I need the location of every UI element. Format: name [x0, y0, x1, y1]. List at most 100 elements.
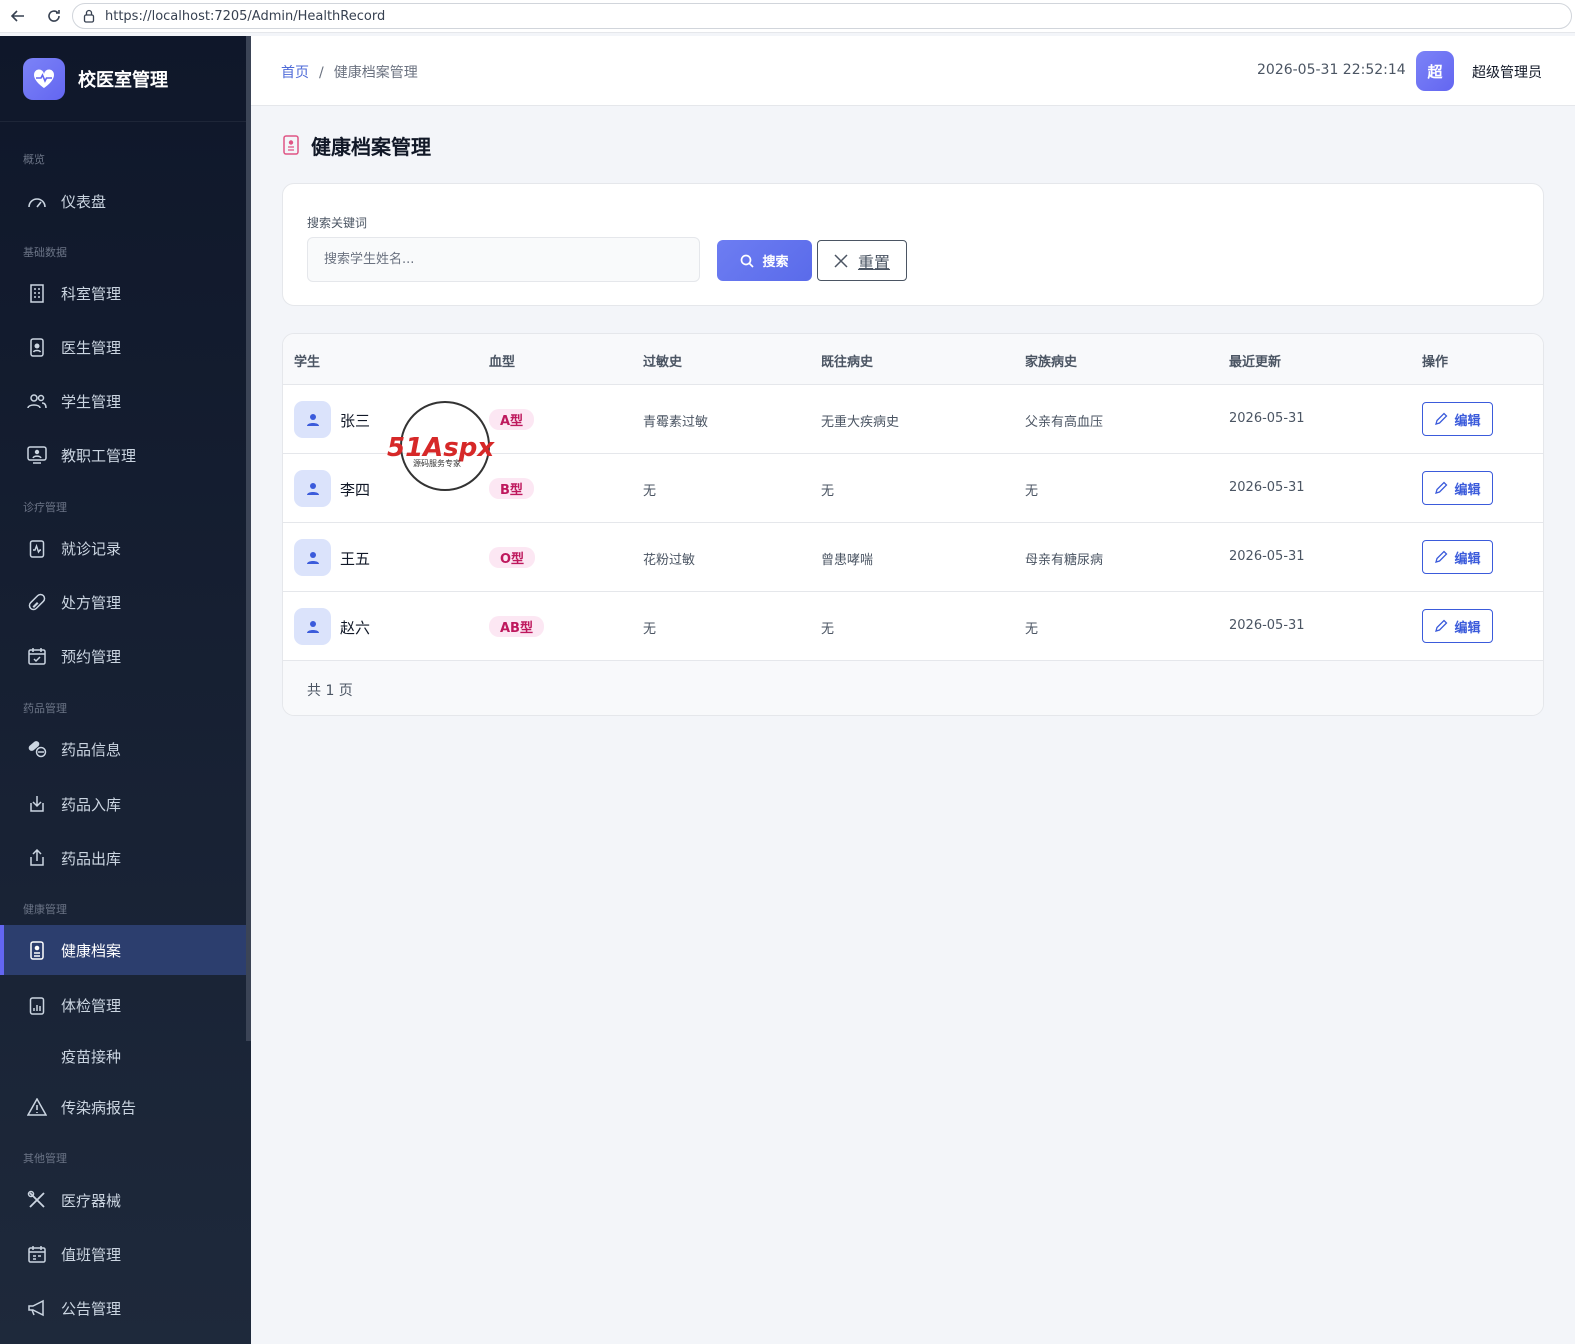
- updated-cell: 2026-05-31: [1229, 549, 1305, 564]
- sidebar-item-vaccine[interactable]: 疫苗接种: [0, 1031, 246, 1081]
- watermark-logo: 51Aspx 源码服务专家: [385, 400, 510, 492]
- sidebar-item-equipment[interactable]: 医疗器械: [0, 1175, 246, 1225]
- column-header-updated: 最近更新: [1229, 355, 1282, 370]
- user-name[interactable]: 超级管理员: [1472, 62, 1542, 82]
- sidebar-item-label: 体检管理: [61, 996, 122, 1015]
- building-icon: [26, 282, 48, 304]
- search-button[interactable]: 搜索: [717, 240, 812, 281]
- sidebar-item-label: 公告管理: [61, 1299, 122, 1318]
- updated-cell: 2026-05-31: [1229, 618, 1305, 633]
- nav-group-overview: 概览: [23, 153, 45, 166]
- breadcrumb-home-link[interactable]: 首页: [281, 65, 309, 81]
- student-name: 王五: [340, 550, 371, 568]
- table-header: 学生 血型 过敏史 既往病史 家族病史 最近更新 操作: [283, 334, 1543, 385]
- family-cell: 无: [1025, 622, 1039, 637]
- sidebar-item-label: 值班管理: [61, 1245, 122, 1264]
- sidebar-item-label: 处方管理: [61, 593, 122, 612]
- sidebar-item-doctor[interactable]: 医生管理: [0, 322, 246, 372]
- sidebar-item-label: 仪表盘: [61, 192, 107, 211]
- student-name: 赵六: [340, 619, 371, 637]
- edit-button[interactable]: 编辑: [1422, 402, 1493, 436]
- address-bar[interactable]: https://localhost:7205/Admin/HealthRecor…: [72, 3, 1572, 29]
- pencil-icon: [1435, 481, 1448, 494]
- sidebar: 校医室管理 概览 仪表盘 基础数据 科室管理 医生管理 学生管理 教职工管理 诊…: [0, 36, 251, 1344]
- table-row: 王五 O型 花粉过敏 曾患哮喘 母亲有糖尿病 2026-05-31 编辑: [283, 523, 1543, 592]
- person-icon: [294, 401, 331, 438]
- sidebar-item-label: 预约管理: [61, 647, 122, 666]
- search-icon: [741, 254, 755, 268]
- column-header-blood: 血型: [489, 355, 516, 370]
- sidebar-item-appointment[interactable]: 预约管理: [0, 631, 246, 681]
- sidebar-item-department[interactable]: 科室管理: [0, 268, 246, 318]
- column-header-history: 既往病史: [821, 355, 874, 370]
- header-datetime: 2026-05-31 22:52:14: [1257, 62, 1406, 78]
- top-header: 首页 / 健康档案管理 2026-05-31 22:52:14 超 超级管理员: [251, 36, 1575, 106]
- allergy-cell: 花粉过敏: [643, 553, 696, 568]
- sidebar-item-label: 学生管理: [61, 392, 122, 411]
- column-header-allergy: 过敏史: [643, 355, 683, 370]
- sidebar-item-checkup[interactable]: 体检管理: [0, 980, 246, 1030]
- sidebar-item-label: 传染病报告: [61, 1098, 137, 1117]
- sidebar-item-notice[interactable]: 公告管理: [0, 1283, 246, 1333]
- sidebar-item-staff[interactable]: 教职工管理: [0, 430, 246, 480]
- edit-button[interactable]: 编辑: [1422, 609, 1493, 643]
- reload-icon[interactable]: [40, 2, 68, 30]
- student-name: 张三: [340, 412, 371, 430]
- pills-icon: [26, 738, 48, 760]
- person-badge-icon: [283, 134, 301, 157]
- sidebar-item-label: 医生管理: [61, 338, 122, 357]
- capsule-icon: [26, 591, 48, 613]
- column-header-family: 家族病史: [1025, 355, 1078, 370]
- nav-group-clinic: 诊疗管理: [23, 501, 67, 514]
- edit-button[interactable]: 编辑: [1422, 540, 1493, 574]
- sidebar-item-drug-in[interactable]: 药品入库: [0, 779, 246, 829]
- calendar-icon: [26, 1243, 48, 1265]
- clipboard-data-icon: [26, 994, 48, 1016]
- pencil-icon: [1435, 412, 1448, 425]
- column-header-action: 操作: [1422, 355, 1449, 370]
- column-header-student: 学生: [294, 355, 321, 370]
- brand[interactable]: 校医室管理: [0, 36, 251, 122]
- reset-button[interactable]: 重置: [817, 240, 907, 281]
- close-icon: [834, 253, 848, 268]
- sidebar-item-epidemic[interactable]: 传染病报告: [0, 1082, 246, 1132]
- heart-pulse-icon: [23, 57, 65, 100]
- page-title-row: 健康档案管理: [283, 131, 431, 160]
- history-cell: 曾患哮喘: [821, 553, 874, 568]
- nav-group-health: 健康管理: [23, 903, 67, 916]
- search-label: 搜索关键词: [307, 216, 368, 230]
- box-arrow-up-icon: [26, 847, 48, 869]
- person-monitor-icon: [26, 444, 48, 466]
- sidebar-item-label: 健康档案: [61, 941, 122, 960]
- table-row: 赵六 AB型 无 无 无 2026-05-31 编辑: [283, 592, 1543, 661]
- updated-cell: 2026-05-31: [1229, 480, 1305, 495]
- breadcrumb-separator: /: [319, 65, 324, 81]
- page-count: 共 1 页: [307, 683, 353, 699]
- health-record-table: 学生 血型 过敏史 既往病史 家族病史 最近更新 操作 张三 A型 青霉素过敏 …: [282, 333, 1544, 716]
- sidebar-item-prescription[interactable]: 处方管理: [0, 577, 246, 627]
- sidebar-item-label: 药品出库: [61, 849, 122, 868]
- tools-icon: [26, 1189, 48, 1211]
- watermark-subtext: 源码服务专家: [413, 458, 461, 468]
- search-input[interactable]: [307, 237, 700, 282]
- sidebar-item-drug-info[interactable]: 药品信息: [0, 724, 246, 774]
- gauge-icon: [26, 190, 48, 212]
- lock-icon: [83, 9, 95, 23]
- history-cell: 无: [821, 484, 835, 499]
- sidebar-item-dashboard[interactable]: 仪表盘: [0, 176, 246, 226]
- blood-type-badge: AB型: [489, 616, 544, 637]
- pencil-icon: [1435, 550, 1448, 563]
- sidebar-item-student[interactable]: 学生管理: [0, 376, 246, 426]
- edit-button-label: 编辑: [1454, 551, 1481, 567]
- sidebar-item-label: 疫苗接种: [61, 1047, 122, 1066]
- edit-button-label: 编辑: [1454, 620, 1481, 636]
- sidebar-item-drug-out[interactable]: 药品出库: [0, 833, 246, 883]
- edit-button[interactable]: 编辑: [1422, 471, 1493, 505]
- sidebar-scrollbar[interactable]: [246, 36, 251, 1041]
- sidebar-item-health-record[interactable]: 健康档案: [0, 925, 246, 975]
- sidebar-item-duty[interactable]: 值班管理: [0, 1229, 246, 1279]
- reset-button-label: 重置: [857, 252, 890, 272]
- avatar[interactable]: 超: [1416, 51, 1454, 91]
- back-icon[interactable]: [4, 2, 32, 30]
- sidebar-item-visit[interactable]: 就诊记录: [0, 523, 246, 573]
